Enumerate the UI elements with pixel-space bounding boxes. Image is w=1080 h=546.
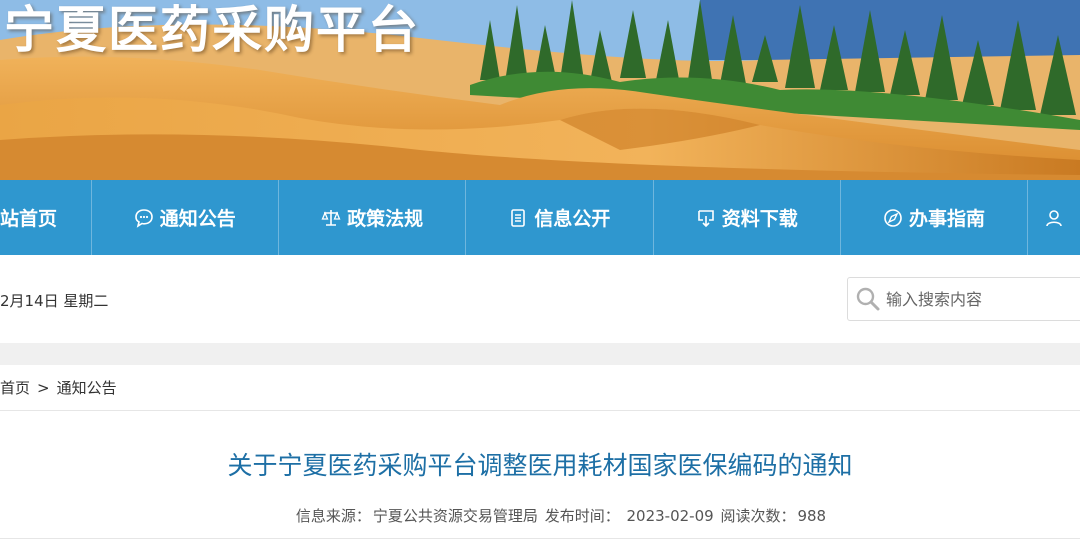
document-list-icon [508,208,528,228]
nav-label-home: 站首页 [0,208,58,230]
compass-icon [883,208,903,228]
nav-item-policies[interactable]: 政策法规 [279,180,467,255]
source-label: 信息来源： [295,507,371,525]
nav-item-downloads[interactable]: 资料下载 [654,180,841,255]
main-nav: 站首页 通知公告 政策法规 信息公开 资料下载 办事指南 [0,180,1080,255]
nav-item-user[interactable] [1028,180,1080,255]
search-box[interactable] [847,277,1080,321]
article-meta: 信息来源： 宁夏公共资源交易管理局 发布时间： 2023-02-09 阅读次数： 9… [0,505,1080,526]
nav-label-notices: 通知公告 [159,208,236,230]
nav-label-policies: 政策法规 [347,208,424,230]
breadcrumb-separator: > [37,378,50,397]
nav-item-disclosure[interactable]: 信息公开 [466,180,654,255]
breadcrumb-home-link[interactable]: 首页 [0,377,30,398]
nav-item-guide[interactable]: 办事指南 [841,180,1029,255]
scales-icon [321,208,341,228]
breadcrumb-current-link[interactable]: 通知公告 [57,377,117,398]
view-count-value: 988 [797,507,827,525]
meta-divider [0,538,1080,539]
nav-label-disclosure: 信息公开 [534,208,611,230]
nav-label-guide: 办事指南 [908,208,985,230]
nav-item-home[interactable]: 站首页 [0,180,92,255]
search-input[interactable] [882,279,1076,319]
nav-item-notices[interactable]: 通知公告 [92,180,279,255]
publish-date-label: 发布时间： [544,507,620,525]
current-date: 2月14日 星期二 [0,292,109,310]
search-icon[interactable] [854,285,882,313]
section-divider [0,343,1080,365]
source-value: 宁夏公共资源交易管理局 [372,507,538,525]
article-title: 关于宁夏医药采购平台调整医用耗材国家医保编码的通知 [227,451,853,480]
nav-label-downloads: 资料下载 [721,208,798,230]
view-count-label: 阅读次数： [720,507,796,525]
user-icon [1044,208,1064,228]
breadcrumb: 首页 > 通知公告 [0,365,1080,411]
site-title: 宁夏医药采购平台 [4,1,420,59]
chat-bubble-icon [134,208,154,228]
header-banner: 宁夏医药采购平台 [0,0,1080,180]
publish-date-value: 2023-02-09 [626,507,714,525]
info-bar: 2月14日 星期二 [0,255,1080,343]
download-icon [696,208,716,228]
